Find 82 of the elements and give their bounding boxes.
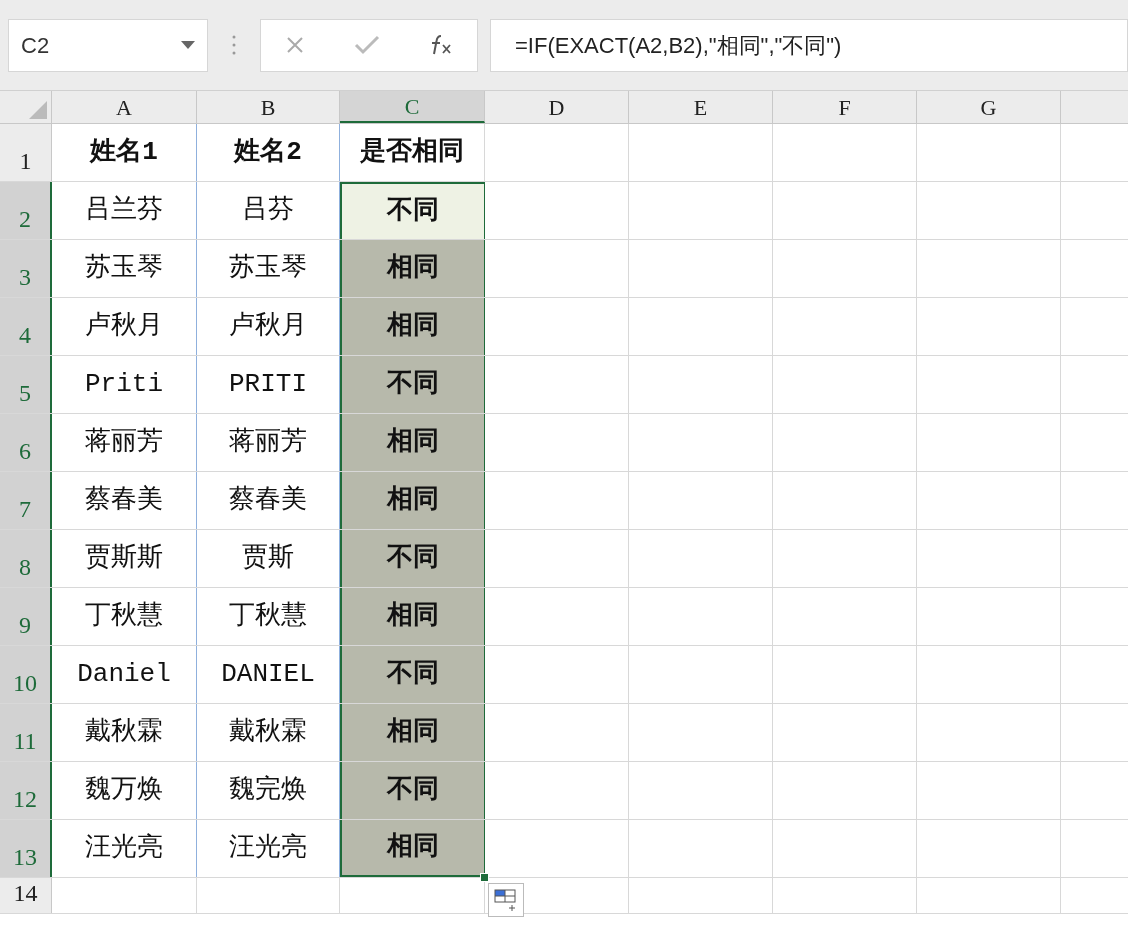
cell-text: 戴秋霖 [229, 716, 307, 749]
cell-text: 相同 [387, 310, 439, 343]
result-cell[interactable]: 相同 [340, 820, 485, 877]
column-header[interactable]: D [485, 91, 629, 123]
row-header[interactable]: 11 [0, 704, 52, 761]
cell-text: 是否相同 [360, 136, 464, 169]
cell-text: 卢秋月 [229, 310, 307, 343]
cell-text: 丁秋慧 [229, 600, 307, 633]
cell-text: 苏玉琴 [85, 252, 163, 285]
row-header[interactable]: 8 [0, 530, 52, 587]
row-header[interactable]: 10 [0, 646, 52, 703]
cell-text: 蒋丽芳 [85, 426, 163, 459]
result-cell[interactable]: 相同 [340, 298, 485, 355]
cell-text: 相同 [387, 600, 439, 633]
triangle-icon [29, 101, 47, 119]
column-header[interactable]: F [773, 91, 917, 123]
result-cell[interactable]: 相同 [340, 588, 485, 645]
row-header[interactable]: 7 [0, 472, 52, 529]
checkmark-icon[interactable] [354, 35, 380, 55]
row-header[interactable]: 3 [0, 240, 52, 297]
dropdown-caret-icon [181, 41, 195, 49]
cell-text: 魏完焕 [229, 774, 307, 807]
cell-text: 姓名1 [90, 136, 158, 169]
result-cell[interactable]: 不同 [340, 182, 485, 239]
cell-text: 不同 [387, 542, 439, 575]
row-header[interactable]: 4 [0, 298, 52, 355]
cell-text: 丁秋慧 [85, 600, 163, 633]
result-cell[interactable]: 不同 [340, 762, 485, 819]
cell-text: 戴秋霖 [85, 716, 163, 749]
cell-text: 汪光亮 [229, 832, 307, 865]
formula-input[interactable]: =IF(EXACT(A2,B2),"相同","不同") [490, 18, 1128, 72]
result-cell[interactable]: 是否相同 [340, 124, 485, 181]
cell-text: 汪光亮 [85, 832, 163, 865]
cell-text: 相同 [387, 831, 439, 864]
row-header[interactable]: 14 [0, 878, 52, 913]
cancel-icon[interactable] [285, 35, 306, 55]
cell-text: 不同 [387, 368, 439, 401]
cell-text: 贾斯斯 [85, 542, 163, 575]
cell-text: 相同 [387, 716, 439, 749]
result-cell[interactable]: 相同 [340, 704, 485, 761]
cell-text: 蔡春美 [85, 484, 163, 517]
row-header[interactable]: 12 [0, 762, 52, 819]
result-cell[interactable]: 不同 [340, 646, 485, 703]
paste-options-button[interactable] [488, 883, 524, 917]
row-header[interactable]: 9 [0, 588, 52, 645]
paste-options-icon [494, 889, 518, 911]
column-header[interactable]: C [340, 91, 485, 123]
cell-text: Priti [85, 368, 163, 401]
cell-text: 不同 [387, 195, 439, 228]
cell-text: 相同 [387, 252, 439, 285]
column-header[interactable]: A [52, 91, 197, 123]
cell-text: 贾斯 [242, 542, 294, 575]
row-header[interactable]: 13 [0, 820, 52, 877]
row-header[interactable]: 2 [0, 182, 52, 239]
drag-handle-icon[interactable] [232, 34, 236, 56]
cell-text: 苏玉琴 [229, 252, 307, 285]
row-header[interactable]: 5 [0, 356, 52, 413]
cell-text: 不同 [387, 658, 439, 691]
cell-text: Daniel [77, 658, 171, 691]
result-cell[interactable]: 不同 [340, 530, 485, 587]
row-header[interactable]: 1 [0, 124, 52, 181]
result-cell[interactable]: 相同 [340, 472, 485, 529]
cell-text: 吕芬 [242, 194, 294, 227]
cell-text: 蒋丽芳 [229, 426, 307, 459]
cell-text: 相同 [387, 426, 439, 459]
cell-text: 卢秋月 [85, 310, 163, 343]
name-box[interactable]: C2 [8, 18, 208, 72]
cell-text: 姓名2 [234, 136, 302, 169]
cell-text: 蔡春美 [229, 484, 307, 517]
cell-text: 魏万焕 [85, 774, 163, 807]
row-header[interactable]: 6 [0, 414, 52, 471]
result-cell[interactable]: 相同 [340, 240, 485, 297]
cell-text: DANIEL [221, 658, 315, 691]
cell-text: PRITI [229, 368, 307, 401]
fill-handle[interactable] [480, 873, 489, 882]
result-cell[interactable]: 相同 [340, 414, 485, 471]
cell-text: 吕兰芬 [85, 194, 163, 227]
column-header[interactable]: E [629, 91, 773, 123]
cell-text: 不同 [387, 774, 439, 807]
result-cell[interactable]: 不同 [340, 356, 485, 413]
column-header[interactable]: G [917, 91, 1061, 123]
cell-text: 相同 [387, 484, 439, 517]
